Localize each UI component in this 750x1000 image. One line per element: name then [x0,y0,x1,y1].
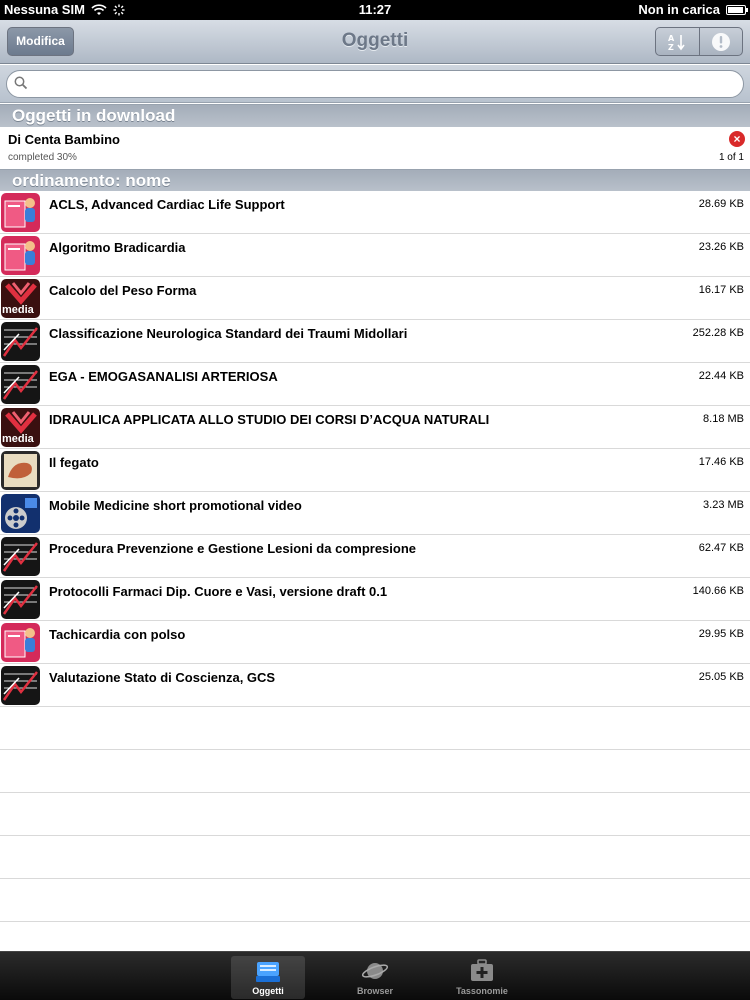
list-item[interactable]: ACLS, Advanced Cardiac Life Support 28.69… [0,191,750,234]
inbox-tray-icon [256,962,280,982]
item-title: Mobile Medicine short promotional video [49,498,302,513]
item-size: 3.23 MB [703,499,744,511]
tab-browser[interactable]: Browser [338,956,412,999]
empty-row [0,879,750,922]
empty-row [0,750,750,793]
item-title: Algoritmo Bradicardia [49,240,186,255]
search-icon [14,76,28,90]
sort-az-icon: A Z [668,34,685,51]
media-icon: media [1,279,40,318]
charging-status: Non in carica [638,2,720,17]
item-size: 252.28 KB [692,327,744,339]
item-title: ACLS, Advanced Cardiac Life Support [49,197,285,212]
video-reel-icon [1,494,40,533]
item-title: Procedura Prevenzione e Gestione Lesioni… [49,541,417,556]
item-size: 16.17 KB [698,284,744,296]
item-size: 140.66 KB [692,585,744,597]
cancel-download-icon[interactable]: × [729,131,745,147]
item-title: Classificazione Neurologica Standard dei… [49,326,408,341]
chart-icon [1,537,40,576]
item-title: IDRAULICA APPLICATA ALLO STUDIO DEI CORS… [49,412,490,427]
item-title: Protocolli Farmaci Dip. Cuore e Vasi, ve… [49,584,388,599]
chart-icon [1,666,40,705]
empty-row [0,793,750,836]
list-item[interactable]: Il fegato 17.46 KB [0,449,750,492]
item-size: 8.18 MB [703,413,744,425]
search-bar [0,65,750,103]
nav-action-segment: A Z [655,27,743,56]
item-size: 29.95 KB [698,628,744,640]
book-icon [1,623,40,662]
liver-image-icon [1,451,40,490]
item-size: 17.46 KB [698,456,744,468]
status-bar: Nessuna SIM 11:27 Non in carica [0,0,750,20]
download-progress-text: completed 30% [8,152,77,163]
object-list: ACLS, Advanced Cardiac Life Support 28.69… [0,191,750,965]
search-input[interactable] [6,70,744,98]
list-item[interactable]: Procedura Prevenzione e Gestione Lesioni… [0,535,750,578]
page-title: Oggetti [341,30,409,51]
tab-bar: Oggetti Browser Tassonomie [0,951,750,1000]
item-title: Valutazione Stato di Coscienza, GCS [49,670,276,685]
svg-text:Z: Z [668,43,674,51]
item-title: Tachicardia con polso [49,627,186,642]
list-item[interactable]: Algoritmo Bradicardia 23.26 KB [0,234,750,277]
list-item[interactable]: Valutazione Stato di Coscienza, GCS 25.05… [0,664,750,707]
media-badge-label: media [2,433,34,445]
navigation-bar: Modifica Oggetti A Z [0,20,750,64]
list-item[interactable]: Tachicardia con polso 29.95 KB [0,621,750,664]
chart-icon [1,365,40,404]
tab-oggetti[interactable]: Oggetti [231,956,305,999]
empty-row [0,836,750,879]
tab-label: Browser [356,986,393,996]
item-size: 23.26 KB [698,241,744,253]
tab-label: Tassonomie [456,986,508,996]
first-aid-kit-icon [471,959,493,981]
item-title: EGA - EMOGASANALISI ARTERIOSA [49,369,278,384]
chart-icon [1,322,40,361]
download-item[interactable]: Di Centa Bambino completed 30% 1 of 1 × [0,127,750,170]
sort-button[interactable]: A Z [656,28,699,55]
list-item[interactable]: Mobile Medicine short promotional video 3… [0,492,750,535]
media-icon: media [1,408,40,447]
list-item[interactable]: media IDRAULICA APPLICATA ALLO STUDIO DEI… [0,406,750,449]
list-item[interactable]: EGA - EMOGASANALISI ARTERIOSA 22.44 KB [0,363,750,406]
item-title: Calcolo del Peso Forma [49,283,197,298]
info-button[interactable] [698,28,743,55]
book-icon [1,236,40,275]
item-size: 22.44 KB [698,370,744,382]
item-title: Il fegato [49,455,99,470]
downloads-section-header: Oggetti in download [0,104,750,127]
list-item[interactable]: Protocolli Farmaci Dip. Cuore e Vasi, ve… [0,578,750,621]
media-badge-label: media [2,304,34,316]
list-item[interactable]: Classificazione Neurologica Standard dei… [0,320,750,363]
svg-text:A: A [668,34,675,43]
sort-section-header: ordinamento: nome [0,169,750,192]
battery-icon [726,5,748,15]
planet-icon [361,963,389,979]
download-name: Di Centa Bambino [8,132,120,147]
download-count: 1 of 1 [718,152,744,163]
tab-label: Oggetti [252,986,284,996]
info-icon [711,32,730,51]
chart-icon [1,580,40,619]
item-size: 28.69 KB [698,198,744,210]
book-icon [1,193,40,232]
list-item[interactable]: media Calcolo del Peso Forma 16.17 KB [0,277,750,320]
item-size: 62.47 KB [698,542,744,554]
tab-tassonomie[interactable]: Tassonomie [445,956,519,999]
empty-row [0,707,750,750]
item-size: 25.05 KB [698,671,744,683]
